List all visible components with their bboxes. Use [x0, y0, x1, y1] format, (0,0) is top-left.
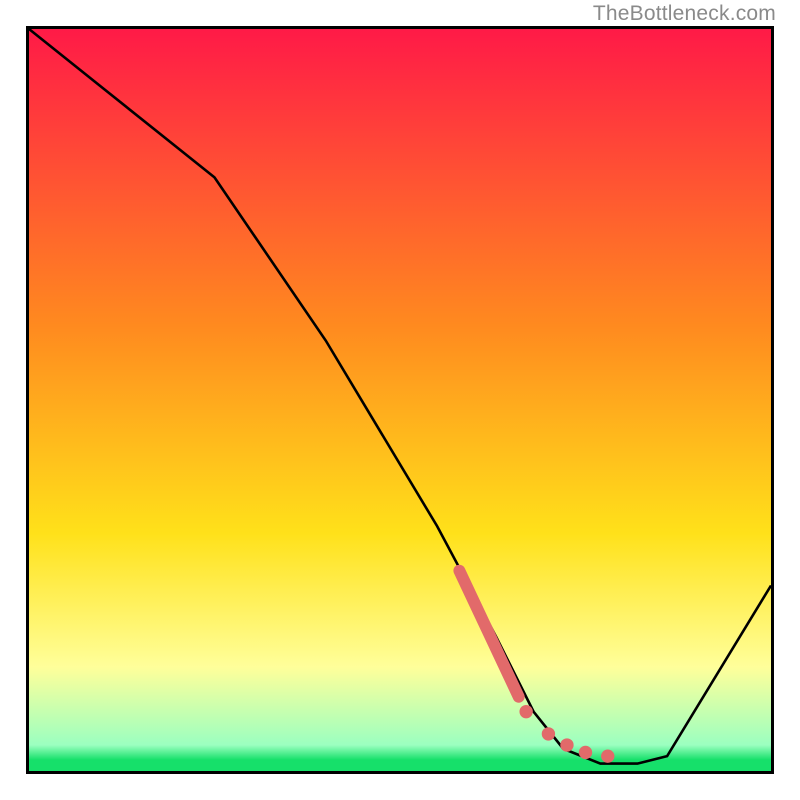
highlight-dot: [579, 746, 592, 759]
highlight-dot: [560, 738, 573, 751]
highlight-dot: [601, 749, 614, 762]
highlight-segment: [459, 571, 518, 697]
plot-area: [26, 26, 774, 774]
chart-frame: TheBottleneck.com: [0, 0, 800, 800]
highlight-dot: [542, 727, 555, 740]
highlight-dot: [519, 705, 532, 718]
curve-layer: [29, 29, 771, 771]
watermark-label: TheBottleneck.com: [593, 2, 776, 26]
bottleneck-curve: [29, 29, 771, 764]
